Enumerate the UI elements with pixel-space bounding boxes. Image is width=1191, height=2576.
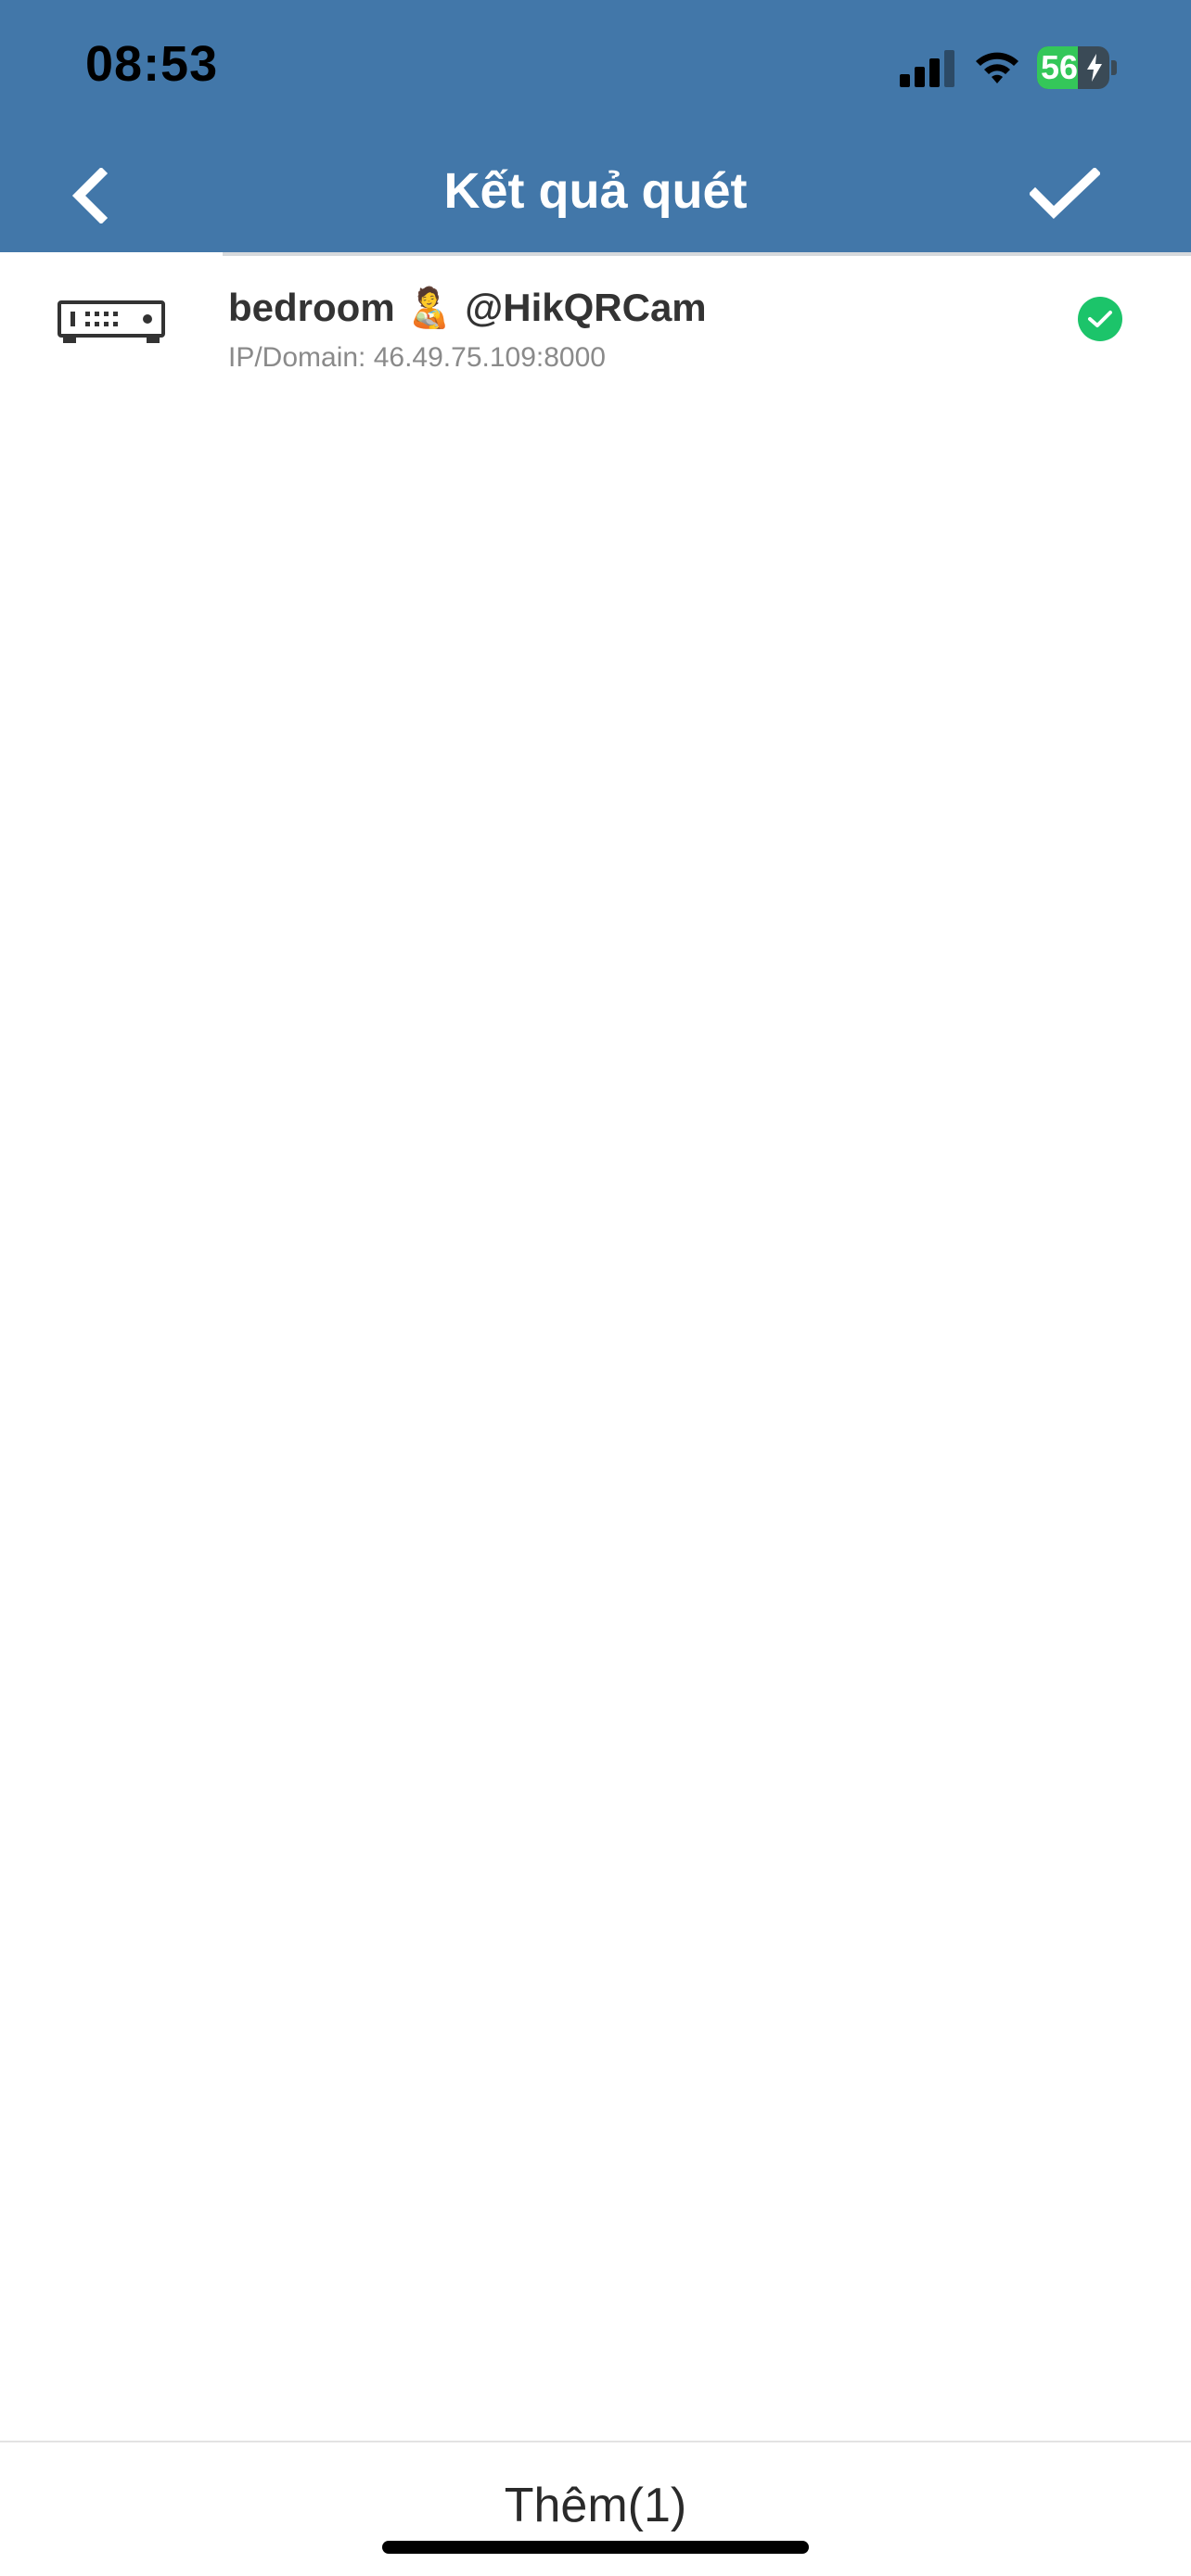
check-circle-icon[interactable] bbox=[1078, 297, 1122, 341]
wifi-icon bbox=[976, 52, 1018, 83]
add-button[interactable]: Thêm(1) bbox=[0, 2442, 1191, 2576]
battery-body: 56 bbox=[1037, 46, 1109, 89]
status-bar: 08:53 56 bbox=[0, 0, 1191, 139]
nav-bar: Kết quả quét bbox=[0, 139, 1191, 252]
cellular-signal-icon bbox=[900, 50, 954, 87]
device-list-item[interactable]: bedroom 🧑‍🍼 @HikQRCam IP/Domain: 46.49.7… bbox=[0, 256, 1191, 395]
battery-indicator: 56 bbox=[1037, 46, 1117, 89]
device-name: bedroom 🧑‍🍼 @HikQRCam bbox=[228, 286, 707, 329]
back-button[interactable] bbox=[46, 154, 130, 237]
app-header: 08:53 56 Kết quả quét bbox=[0, 0, 1191, 252]
battery-cap bbox=[1111, 60, 1117, 75]
home-indicator[interactable] bbox=[382, 2541, 809, 2554]
nvr-device-icon bbox=[58, 300, 165, 343]
chevron-left-icon bbox=[71, 168, 109, 223]
charging-bolt-icon bbox=[1087, 54, 1102, 82]
page-title: Kết quả quét bbox=[443, 163, 748, 219]
confirm-button[interactable] bbox=[1018, 152, 1111, 236]
checkmark-icon bbox=[1030, 168, 1100, 219]
checkmark-icon bbox=[1088, 311, 1112, 327]
battery-level: 56 bbox=[1041, 48, 1079, 86]
add-button-label: Thêm(1) bbox=[504, 2479, 687, 2532]
device-ip: IP/Domain: 46.49.75.109:8000 bbox=[228, 342, 606, 373]
status-time: 08:53 bbox=[85, 36, 219, 92]
